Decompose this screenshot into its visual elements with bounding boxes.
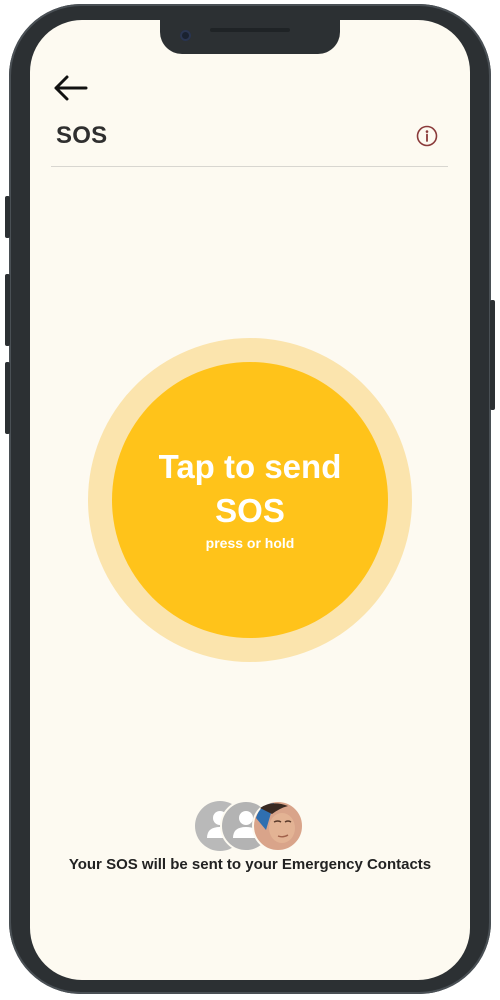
phone-side-button — [5, 362, 10, 434]
sos-button[interactable]: Tap to send SOS press or hold — [112, 362, 388, 638]
sos-button-label: Tap to send SOS — [158, 448, 342, 529]
arrow-left-icon — [54, 75, 88, 101]
emergency-contacts-avatars[interactable] — [194, 800, 306, 852]
phone-side-button — [490, 300, 495, 410]
phone-side-button — [5, 274, 10, 346]
header-divider — [51, 166, 448, 167]
page-title: SOS — [56, 122, 108, 149]
app-screen: SOS Tap to send SOS press or hold Your S… — [30, 20, 470, 980]
sos-button-hint: press or hold — [205, 535, 295, 551]
info-button[interactable] — [416, 125, 438, 147]
front-camera — [180, 30, 191, 41]
info-circle-icon — [416, 125, 438, 147]
earpiece-speaker — [210, 28, 290, 32]
contact-avatar — [252, 800, 304, 852]
back-button[interactable] — [52, 72, 88, 104]
emergency-contacts-message: Your SOS will be sent to your Emergency … — [68, 856, 432, 873]
phone-side-button — [5, 196, 10, 238]
